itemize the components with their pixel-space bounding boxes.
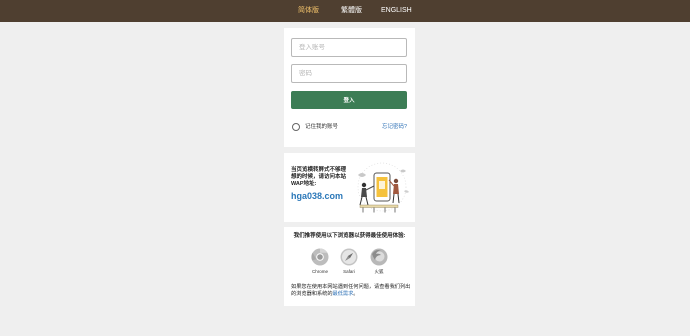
firefox-icon	[370, 248, 388, 266]
browser-chrome-label: Chrome	[311, 269, 328, 274]
minimum-requirements-link[interactable]: 最低需求	[333, 291, 354, 297]
browser-recommend-card: 我们推荐使用以下浏览器以获得最佳使用体验: Chrome Safari 火狐 如…	[284, 227, 415, 306]
wap-domain-link[interactable]: hga038.com	[291, 191, 343, 201]
remember-me-radio[interactable]	[292, 123, 300, 131]
wap-promo-text: 当页览横转屏式不够理想的时候，请访问本站WAP地址:	[291, 167, 347, 187]
browser-recommend-title: 我们推荐使用以下浏览器以获得最佳使用体验:	[293, 233, 406, 239]
login-button[interactable]: 登入	[291, 91, 407, 109]
browser-safari-label: Safari	[343, 269, 355, 274]
chrome-icon	[311, 248, 329, 266]
lang-traditional[interactable]: 繁體版	[341, 0, 362, 22]
password-input[interactable]	[291, 64, 407, 83]
browser-firefox[interactable]: 火狐	[366, 248, 392, 275]
remember-me-label: 记住我的账号	[305, 124, 339, 130]
browser-safari[interactable]: Safari	[336, 248, 362, 274]
browser-chrome[interactable]: Chrome	[307, 248, 333, 274]
safari-icon	[340, 248, 358, 266]
lang-simplified[interactable]: 简体版	[298, 0, 319, 22]
phone-with-people-illustration-icon	[357, 162, 409, 213]
browser-note-end: 。	[353, 291, 359, 297]
lang-english[interactable]: ENGLISH	[381, 0, 412, 22]
username-input[interactable]	[291, 38, 407, 57]
browser-requirements-note: 如果您在使用本网站遇到任何问题，请查看我们列出的浏览器和系统的最低需求。	[291, 284, 411, 298]
top-bar: 简体版 繁體版 ENGLISH	[0, 0, 690, 22]
wap-promo-card: 当页览横转屏式不够理想的时候，请访问本站WAP地址: hga038.com	[284, 153, 415, 222]
login-card: 登入 记住我的账号 忘记密码?	[284, 28, 415, 147]
forgot-password-link[interactable]: 忘记密码?	[382, 123, 407, 131]
browser-firefox-label: 火狐	[374, 269, 384, 274]
